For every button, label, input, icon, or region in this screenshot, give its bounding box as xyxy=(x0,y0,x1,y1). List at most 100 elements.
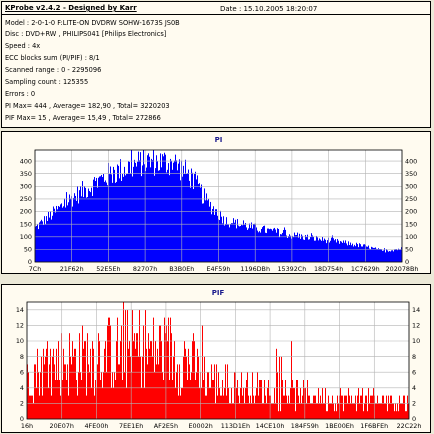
bar xyxy=(382,250,383,262)
bar xyxy=(170,317,171,419)
bar xyxy=(218,372,219,419)
bar xyxy=(148,153,149,262)
bar xyxy=(46,348,47,419)
bar xyxy=(351,245,352,262)
bar xyxy=(57,380,58,419)
bar xyxy=(178,395,179,419)
bar xyxy=(60,204,61,262)
bar xyxy=(334,240,335,262)
bar xyxy=(104,181,105,262)
bar xyxy=(193,333,194,419)
bar xyxy=(406,411,407,419)
bar xyxy=(219,220,220,262)
bar xyxy=(183,165,184,262)
bar xyxy=(382,395,383,419)
bar xyxy=(387,411,388,419)
bar xyxy=(205,395,206,419)
bar xyxy=(103,372,104,419)
bar xyxy=(339,243,340,262)
bar xyxy=(31,395,32,419)
bar xyxy=(349,245,350,262)
bar xyxy=(274,227,275,262)
bar xyxy=(125,309,126,419)
bar xyxy=(55,212,56,262)
bar xyxy=(356,242,357,262)
bar xyxy=(275,403,276,419)
bar xyxy=(361,395,362,419)
bar xyxy=(245,222,246,262)
bar xyxy=(194,341,195,419)
x-tick-label: 18D754h xyxy=(314,265,343,273)
bar xyxy=(296,235,297,262)
y-tick-label-right: 100 xyxy=(405,233,417,241)
bar xyxy=(208,372,209,419)
x-tick-label: 4FE00h xyxy=(84,422,108,430)
bar xyxy=(316,403,317,419)
bar xyxy=(40,221,41,262)
bar xyxy=(92,341,93,419)
y-tick-label-right: 12 xyxy=(412,322,420,330)
bar xyxy=(320,239,321,262)
bar xyxy=(397,250,398,262)
y-tick-label-left: 6 xyxy=(20,368,24,376)
bar xyxy=(388,251,389,262)
bar xyxy=(324,403,325,419)
bar xyxy=(328,395,329,419)
bar xyxy=(95,181,96,262)
x-tick-label: 52E5Eh xyxy=(96,265,120,273)
bar xyxy=(323,240,324,262)
pi-chart-panel: PI 0 0 50 50 100 100 150 150 200 200 250 250 300 300 35… xyxy=(1,131,431,274)
bar xyxy=(221,395,222,419)
bar xyxy=(105,341,106,419)
y-tick-label-right: 4 xyxy=(412,384,416,392)
bar xyxy=(127,173,128,262)
bar xyxy=(61,203,62,262)
bar xyxy=(257,230,258,262)
bar xyxy=(127,309,128,419)
bar xyxy=(176,160,177,262)
bar xyxy=(131,150,132,262)
bar xyxy=(66,380,67,419)
bar xyxy=(395,403,396,419)
bar xyxy=(321,403,322,419)
bar xyxy=(262,403,263,419)
bar xyxy=(399,395,400,419)
bar xyxy=(226,395,227,419)
bar xyxy=(367,411,368,419)
bar xyxy=(55,380,56,419)
bar xyxy=(344,242,345,262)
bar xyxy=(394,249,395,262)
bar xyxy=(302,395,303,419)
bar xyxy=(375,403,376,419)
bar xyxy=(150,341,151,419)
bar xyxy=(263,226,264,262)
bar xyxy=(43,224,44,262)
bar xyxy=(64,364,65,419)
bar xyxy=(250,227,251,262)
bar xyxy=(286,395,287,419)
bar xyxy=(172,380,173,419)
bar xyxy=(44,364,45,419)
bar xyxy=(260,380,261,419)
bar xyxy=(399,249,400,262)
bar xyxy=(180,180,181,262)
bar xyxy=(380,248,381,262)
bar xyxy=(51,219,52,262)
bar xyxy=(162,372,163,419)
bar xyxy=(374,247,375,262)
bar xyxy=(199,183,200,262)
bar xyxy=(126,173,127,262)
bar xyxy=(237,219,238,262)
bar xyxy=(303,380,304,419)
bar xyxy=(99,341,100,419)
bar xyxy=(244,224,245,262)
bar xyxy=(88,188,89,262)
bar xyxy=(303,239,304,262)
bar xyxy=(129,161,130,262)
bar xyxy=(268,380,269,419)
bar xyxy=(331,237,332,262)
bar xyxy=(120,159,121,262)
sampling-line: Sampling count : 125355 xyxy=(5,78,89,86)
bar xyxy=(69,194,70,262)
bar xyxy=(220,395,221,419)
